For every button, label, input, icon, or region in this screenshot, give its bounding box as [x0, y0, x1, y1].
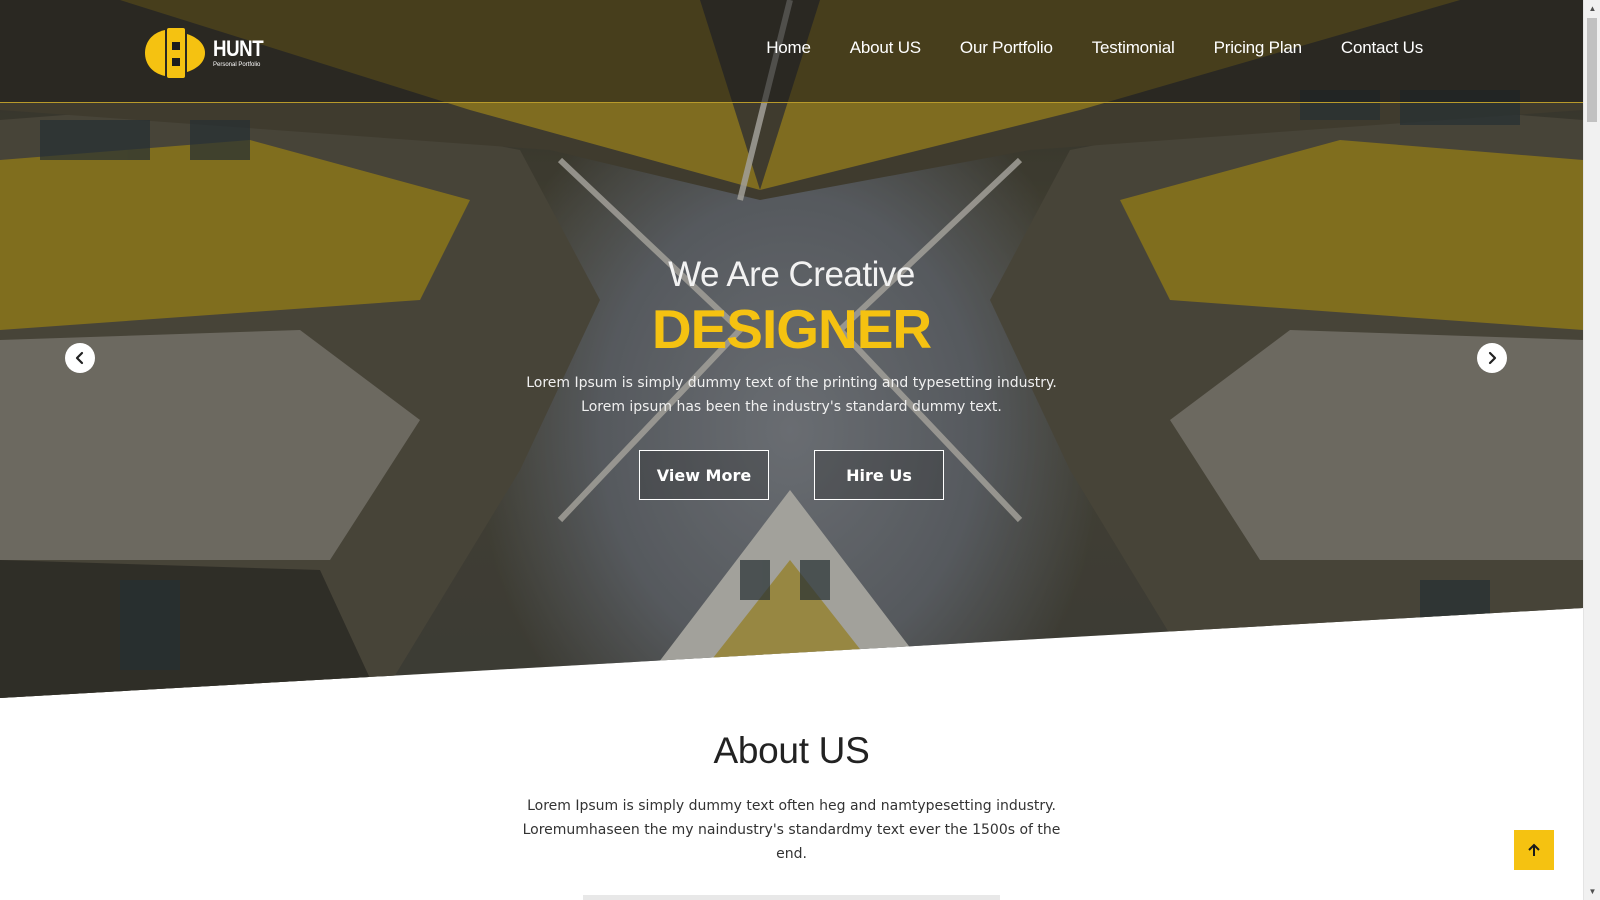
nav-item-pricing-plan[interactable]: Pricing Plan [1214, 38, 1303, 58]
hire-us-button[interactable]: Hire Us [814, 450, 944, 500]
about-description-line-1: Lorem Ipsum is simply dummy text often h… [527, 798, 1056, 814]
hero-description: Lorem Ipsum is simply dummy text of the … [526, 375, 1057, 415]
chevron-right-icon [1488, 351, 1497, 365]
arrow-up-icon [1528, 843, 1540, 856]
scroll-down-arrow-icon[interactable]: ▼ [1584, 883, 1600, 900]
logo-h-icon [143, 28, 211, 78]
page-scrollbar[interactable]: ▲ ▼ [1583, 0, 1600, 900]
about-description: Lorem Ipsum is simply dummy text often h… [512, 794, 1072, 866]
slider-next-button[interactable] [1477, 343, 1507, 373]
about-description-line-2: Loremumhaseen the my naindustry's standa… [522, 822, 1061, 862]
nav-item-home[interactable]: Home [766, 38, 811, 58]
about-title: About US [713, 730, 870, 771]
page-viewport: HUNT Personal Portfolio Home About US Ou… [0, 0, 1583, 900]
scroll-up-arrow-icon[interactable]: ▲ [1584, 0, 1600, 17]
brand-logo[interactable]: HUNT Personal Portfolio [143, 27, 264, 79]
hero-title: DESIGNER [651, 298, 932, 360]
about-image-top-edge [583, 895, 1000, 900]
brand-subtitle: Personal Portfolio [213, 62, 261, 68]
slider-prev-button[interactable] [65, 343, 95, 373]
nav-item-about-us[interactable]: About US [850, 38, 921, 58]
main-nav: Home About US Our Portfolio Testimonial … [727, 38, 1423, 58]
brand-title: HUNT [213, 36, 264, 61]
chevron-left-icon [75, 351, 84, 365]
hero-content: We Are Creative DESIGNER Lorem Ipsum is … [0, 255, 1583, 500]
nav-item-our-portfolio[interactable]: Our Portfolio [960, 38, 1053, 58]
site-header: HUNT Personal Portfolio Home About US Ou… [0, 0, 1583, 103]
scrollbar-thumb[interactable] [1587, 18, 1597, 122]
about-section: About US Lorem Ipsum is simply dummy tex… [0, 730, 1583, 866]
nav-item-testimonial[interactable]: Testimonial [1092, 38, 1175, 58]
back-to-top-button[interactable] [1514, 830, 1554, 870]
view-more-button[interactable]: View More [639, 450, 769, 500]
hero-subtitle: We Are Creative [668, 255, 915, 294]
nav-item-contact-us[interactable]: Contact Us [1341, 38, 1423, 58]
hero-buttons: View More Hire Us [0, 450, 1583, 500]
